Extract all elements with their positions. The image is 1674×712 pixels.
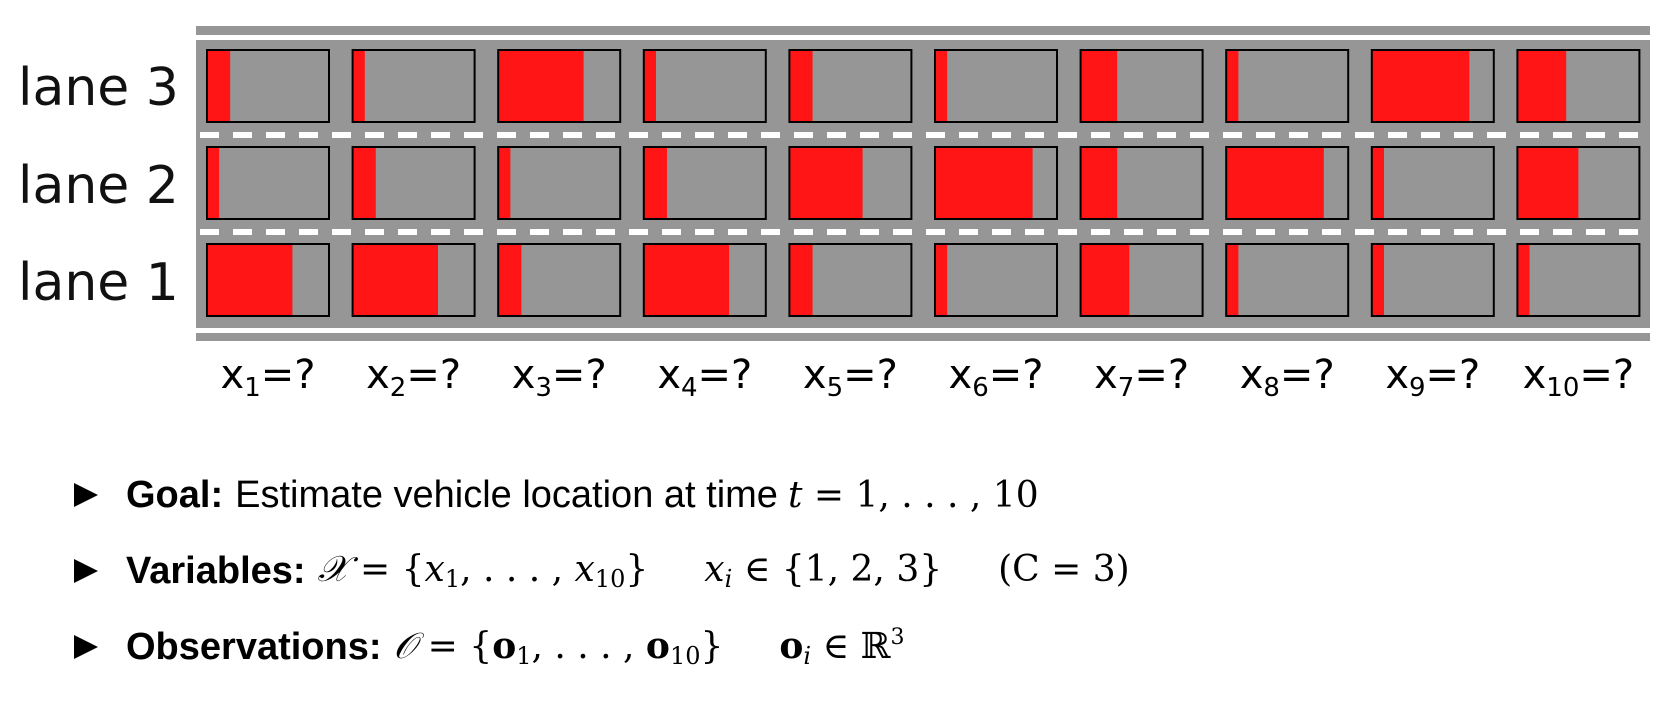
observation-bar-lane-2-t6	[935, 147, 1033, 219]
observation-bar-lane-3-t4	[643, 50, 656, 122]
time-label-x5: x5=?	[802, 352, 898, 403]
observation-bar-lane-3-t10	[1517, 50, 1567, 122]
observation-bar-lane-1-t1	[207, 244, 293, 316]
observation-bar-lane-2-t2	[352, 147, 376, 219]
cell-lane-3-t6	[935, 50, 1057, 122]
observation-bar-lane-3-t8	[1226, 50, 1239, 122]
bullet-observations: Observations: 𝒪 = {o1, . . . , o10} oi ∈ …	[74, 620, 1130, 674]
bullet-triangle-icon	[74, 483, 98, 507]
time-label-x2: x2=?	[366, 352, 462, 403]
observation-bar-lane-2-t5	[789, 147, 863, 219]
observation-bar-lane-2-t4	[643, 147, 667, 219]
variables-label: Variables:	[126, 549, 306, 592]
time-label-x1: x1=?	[220, 352, 316, 403]
observations-label: Observations:	[126, 625, 382, 668]
lane-label-1: lane 1	[18, 253, 179, 313]
cell-lane-1-t8	[1226, 244, 1349, 316]
bullet-variables: Variables: 𝒳 = {x1, . . . , x10} xi ∈ {1,…	[74, 544, 1130, 598]
goal-label: Goal:	[126, 473, 224, 516]
observation-bar-lane-3-t7	[1080, 50, 1118, 122]
observation-bar-lane-1-t2	[352, 244, 438, 316]
cell-lane-1-t6	[935, 244, 1057, 316]
lane-label-2: lane 2	[18, 156, 179, 216]
observation-bar-lane-2-t1	[207, 147, 220, 219]
observation-bar-lane-2-t10	[1517, 147, 1579, 219]
observation-bar-lane-2-t8	[1226, 147, 1324, 219]
observation-bar-lane-3-t2	[352, 50, 365, 122]
time-label-x9: x9=?	[1385, 352, 1481, 403]
observation-bar-lane-2-t7	[1080, 147, 1118, 219]
variables-math: 𝒳 = {x1, . . . , x10} xi ∈ {1, 2, 3} (C = …	[317, 549, 1130, 593]
time-label-x6: x6=?	[948, 352, 1044, 403]
observation-bar-lane-1-t6	[935, 244, 948, 316]
observation-bar-lane-1-t8	[1226, 244, 1239, 316]
observation-bar-lane-1-t5	[789, 244, 813, 316]
observation-bar-lane-2-t3	[498, 147, 511, 219]
lane-label-3: lane 3	[18, 58, 179, 118]
observation-bar-lane-3-t3	[498, 50, 584, 122]
observation-bar-lane-1-t10	[1517, 244, 1530, 316]
cell-lane-3-t4	[643, 50, 766, 122]
time-label-x8: x8=?	[1239, 352, 1335, 403]
cell-lane-2-t1	[207, 147, 329, 219]
observation-bar-lane-2-t9	[1371, 147, 1384, 219]
bullet-goal: Goal: Estimate vehicle location at time …	[74, 468, 1130, 522]
time-label-x3: x3=?	[511, 352, 607, 403]
bullet-list: Goal: Estimate vehicle location at time …	[74, 468, 1130, 696]
cell-lane-1-t9	[1371, 244, 1494, 316]
goal-text: Estimate vehicle location at time	[235, 473, 778, 516]
observations-math: 𝒪 = {o1, . . . , o10} oi ∈ ℝ3	[393, 624, 905, 670]
cell-lane-1-t10	[1517, 244, 1640, 316]
road-bottom-edge	[196, 333, 1650, 341]
road-top-edge	[196, 26, 1650, 35]
observation-bar-lane-3-t1	[207, 50, 231, 122]
bullet-triangle-icon	[74, 559, 98, 583]
cell-lane-3-t8	[1226, 50, 1349, 122]
observation-bar-lane-1-t7	[1080, 244, 1130, 316]
bullet-triangle-icon	[74, 635, 98, 659]
observation-bar-lane-1-t9	[1371, 244, 1384, 316]
observation-bar-lane-3-t6	[935, 50, 948, 122]
observation-bar-lane-3-t9	[1371, 50, 1470, 122]
goal-math: t = 1, . . . , 10	[787, 474, 1039, 516]
observation-bar-lane-1-t3	[498, 244, 522, 316]
time-label-x4: x4=?	[657, 352, 753, 403]
cell-lane-2-t3	[498, 147, 621, 219]
cell-lane-3-t2	[352, 50, 475, 122]
cell-lane-2-t9	[1371, 147, 1494, 219]
time-label-x10: x10=?	[1522, 352, 1635, 403]
observation-bar-lane-3-t5	[789, 50, 813, 122]
observation-bar-lane-1-t4	[643, 244, 730, 316]
time-label-x7: x7=?	[1094, 352, 1190, 403]
